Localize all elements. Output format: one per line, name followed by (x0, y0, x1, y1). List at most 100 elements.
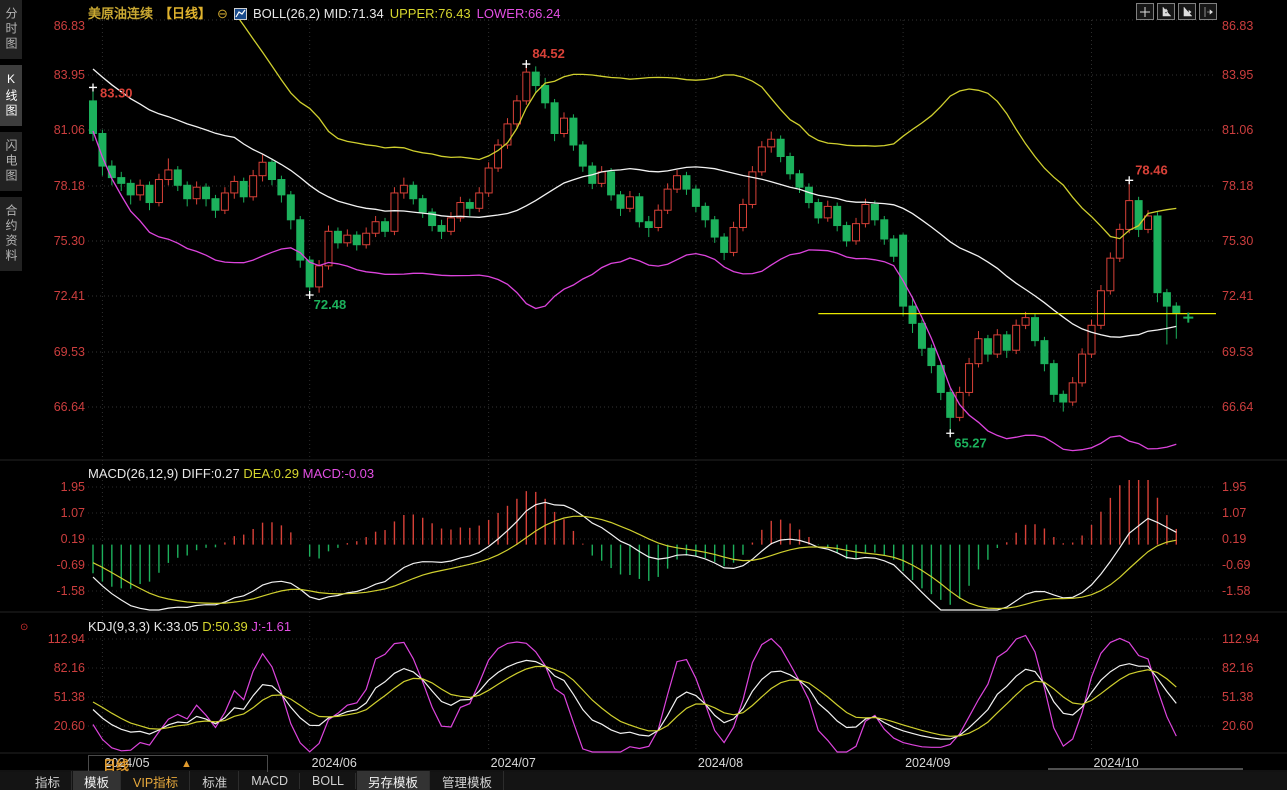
sidebar-item-闪电图[interactable]: 闪电图 (0, 132, 22, 191)
sidebar-item-合约资料[interactable]: 合约资料 (0, 197, 22, 271)
price-marker-cross (946, 429, 954, 437)
macd-dea-line (93, 516, 1176, 608)
candle-body (466, 203, 473, 209)
boll-upper-line (93, 0, 1176, 239)
tab-MACD[interactable]: MACD (240, 773, 300, 789)
collapse-icon[interactable]: ⊖ (217, 6, 228, 21)
boll-upper-label: UPPER:76.43 (390, 6, 471, 21)
candle-body (1060, 394, 1067, 402)
candle-body (617, 195, 624, 208)
candle-body (221, 193, 228, 210)
candle-body (655, 210, 662, 227)
price-tick: 78.18 (54, 179, 85, 193)
tab-模板[interactable]: 模板 (73, 771, 121, 790)
kdj-tick: 51.38 (54, 690, 85, 704)
tab-指标[interactable]: 指标 (24, 771, 72, 790)
price-annotation: 65.27 (954, 435, 987, 450)
candle-body (739, 204, 746, 227)
crosshair-icon[interactable] (1136, 3, 1154, 20)
macd-diff-line (93, 502, 1176, 610)
candle-body (579, 145, 586, 166)
candle-body (984, 339, 991, 354)
candle-body (853, 224, 860, 241)
candle-body (268, 162, 275, 179)
tab-标准[interactable]: 标准 (191, 771, 239, 790)
candle-body (231, 181, 238, 193)
candle-body (975, 339, 982, 364)
sidebar-item-K线图[interactable]: K线图 (0, 65, 22, 126)
price-tick: 66.64 (1222, 400, 1253, 414)
macd-tick: 1.07 (1222, 506, 1246, 520)
candle-body (532, 72, 539, 85)
candle-body (758, 147, 765, 172)
price-tick: 83.95 (54, 68, 85, 82)
price-tick: 83.95 (1222, 68, 1253, 82)
x-axis-scale-icon[interactable] (1178, 3, 1196, 20)
price-tick: 86.83 (1222, 19, 1253, 33)
candle-body (513, 101, 520, 124)
candle-body (174, 170, 181, 185)
tab-另存模板[interactable]: 另存模板 (357, 771, 430, 790)
candle-body (824, 206, 831, 218)
candle-body (363, 233, 370, 245)
candle-body (1003, 335, 1010, 350)
tab-VIP指标[interactable]: VIP指标 (122, 771, 190, 790)
candle-body (1154, 216, 1161, 293)
candle-body (1088, 325, 1095, 354)
candle-body (815, 203, 822, 218)
boll-lower-label: LOWER:66.24 (477, 6, 561, 21)
macd-label: MACD:-0.03 (303, 466, 375, 481)
candle-body (674, 176, 681, 189)
candle-body (994, 335, 1001, 354)
candle-body (598, 172, 605, 184)
candle-body (966, 364, 973, 393)
candle-body (90, 101, 97, 134)
sidebar-item-分时图[interactable]: 分时图 (0, 0, 22, 59)
candle-body (155, 180, 162, 203)
candle-body (890, 239, 897, 256)
chart-app: 86.8386.8383.9583.9581.0681.0678.1878.18… (0, 0, 1287, 790)
y-axis-scale-icon[interactable] (1157, 3, 1175, 20)
mini-chart-icon (234, 8, 247, 23)
tab-BOLL[interactable]: BOLL (301, 773, 356, 789)
candle-body (410, 185, 417, 198)
chart-header: 美原油连续【日线】⊖BOLL(26,2) MID:71.34UPPER:76.4… (88, 3, 567, 23)
candle-body (212, 199, 219, 211)
candle-body (165, 170, 172, 180)
candle-body (1069, 383, 1076, 402)
candle-body (476, 193, 483, 208)
candle-body (325, 231, 332, 266)
candlestick-chart[interactable]: 86.8386.8383.9583.9581.0681.0678.1878.18… (0, 0, 1287, 790)
candle-body (193, 187, 200, 199)
kdj-d-line (93, 666, 1176, 736)
candle-body (1126, 201, 1133, 230)
candle-body (721, 237, 728, 252)
candle-body (834, 206, 841, 225)
price-tick: 86.83 (54, 19, 85, 33)
candle-body (711, 220, 718, 237)
candle-body (447, 218, 454, 231)
candle-body (1013, 325, 1020, 350)
price-tick: 81.06 (1222, 123, 1253, 137)
price-tick: 66.64 (54, 400, 85, 414)
candle-body (862, 204, 869, 223)
kdj-k-line (93, 660, 1176, 739)
symbol-name: 美原油连续 (88, 6, 153, 21)
kdj-tick: 20.60 (54, 719, 85, 733)
x-axis-month-label: 2024/07 (491, 756, 536, 770)
kdj-k-label: KDJ(9,3,3) K:33.05 (88, 619, 199, 634)
candle-body (438, 226, 445, 232)
candle-body (664, 189, 671, 210)
price-tick: 81.06 (54, 123, 85, 137)
candle-body (278, 180, 285, 195)
candle-body (184, 185, 191, 198)
candle-body (551, 103, 558, 134)
left-sidebar: 分时图 K线图闪电图合约资料 (0, 0, 22, 300)
price-annotation: 78.46 (1135, 162, 1168, 177)
candle-body (561, 118, 568, 133)
pan-right-icon[interactable] (1199, 3, 1217, 20)
candle-body (768, 139, 775, 147)
tab-管理模板[interactable]: 管理模板 (431, 771, 504, 790)
candle-body (928, 348, 935, 365)
indicator-settings-icon[interactable]: ⊙ (20, 622, 28, 633)
